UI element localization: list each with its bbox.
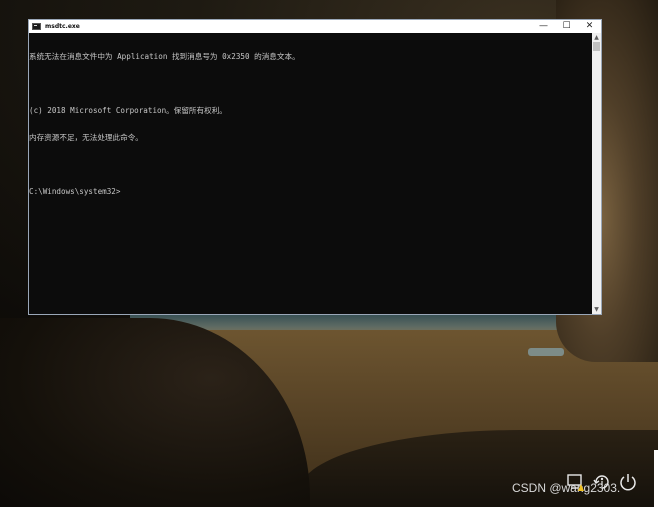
console-prompt[interactable]: C:\Windows\system32> — [29, 187, 592, 196]
screen-edge — [654, 450, 658, 507]
scroll-thumb[interactable] — [593, 42, 600, 51]
maximize-button[interactable]: ☐ — [555, 20, 578, 33]
window-title: msdtc.exe — [45, 23, 80, 30]
minimize-button[interactable]: — — [532, 20, 555, 33]
scroll-down-icon[interactable]: ▼ — [592, 305, 601, 314]
console-app-icon[interactable] — [32, 23, 41, 30]
power-icon[interactable] — [618, 472, 638, 492]
console-window[interactable]: msdtc.exe — ☐ ✕ 系统无法在消息文件中为 Application … — [28, 19, 602, 315]
network-warning-icon[interactable] — [566, 472, 586, 492]
console-output[interactable]: 系统无法在消息文件中为 Application 找到消息号为 0x2350 的消… — [29, 33, 592, 315]
scroll-up-icon[interactable]: ▲ — [592, 33, 601, 42]
lock-screen-tray — [566, 472, 638, 492]
console-line: (c) 2018 Microsoft Corporation。保留所有权利。 — [29, 106, 227, 115]
title-bar[interactable]: msdtc.exe — ☐ ✕ — [29, 20, 601, 33]
console-line: 系统无法在消息文件中为 Application 找到消息号为 0x2350 的消… — [29, 52, 300, 61]
vertical-scrollbar[interactable]: ▲ ▼ — [592, 33, 601, 314]
background-tidepool — [528, 348, 564, 356]
window-controls: — ☐ ✕ — [532, 20, 601, 33]
console-line: 内存资源不足，无法处理此命令。 — [29, 133, 143, 142]
close-button[interactable]: ✕ — [578, 20, 601, 33]
accessibility-icon[interactable] — [592, 472, 612, 492]
